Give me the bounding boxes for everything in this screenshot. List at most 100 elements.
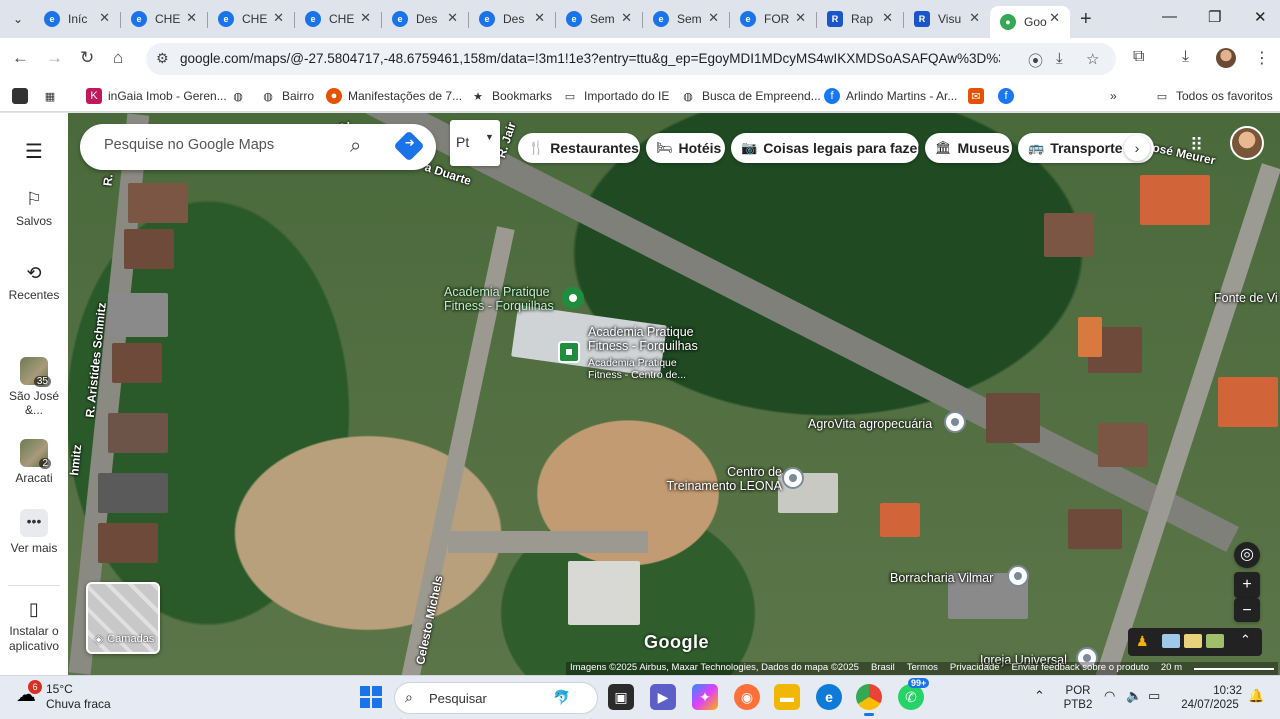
windows-start-icon[interactable] bbox=[360, 686, 382, 708]
close-tab-icon[interactable]: ✕ bbox=[969, 10, 980, 26]
imagery-thumb[interactable] bbox=[1184, 634, 1202, 648]
back-arrow-icon[interactable]: ← bbox=[12, 48, 29, 68]
all-favorites[interactable]: ▭ Todos os favoritos bbox=[1154, 87, 1273, 105]
imagery-thumb[interactable] bbox=[1162, 634, 1180, 648]
bookmark-arlindo[interactable]: f Arlindo Martins - Ar... bbox=[824, 87, 957, 105]
close-tab-icon[interactable]: ✕ bbox=[1049, 10, 1060, 26]
taskbar-search[interactable]: ⌕ Pesquisar 🐬 bbox=[394, 682, 598, 714]
rail-install-app[interactable]: ▯ Instalar o aplicativo bbox=[0, 599, 68, 654]
teams-icon[interactable]: ▶ bbox=[650, 684, 676, 710]
chip-things-to-do[interactable]: 📷 Coisas legais para fazer bbox=[731, 133, 919, 163]
copilot-icon[interactable]: ✦ bbox=[692, 684, 718, 710]
bookmarks-overflow-chevron-icon[interactable]: » bbox=[1110, 87, 1117, 105]
close-tab-icon[interactable]: ✕ bbox=[360, 10, 371, 26]
privacy-link[interactable]: Privacidade bbox=[950, 662, 1000, 675]
firefox-icon[interactable]: ◉ bbox=[734, 684, 760, 710]
rail-recent-aracati[interactable]: 2 Aracati bbox=[0, 439, 68, 485]
poi-label-academia-1[interactable]: Academia Pratique Fitness - Forquilhas bbox=[444, 285, 564, 313]
install-app-icon[interactable]: ⤓ bbox=[1056, 50, 1063, 67]
poi-label-leona[interactable]: Centro de Treinamento LEONA bbox=[658, 465, 782, 493]
bookmark-globe[interactable]: ◍ bbox=[230, 87, 252, 105]
restore-icon[interactable]: ❐ bbox=[1208, 8, 1221, 26]
profile-avatar[interactable] bbox=[1216, 48, 1236, 68]
my-location-icon[interactable]: ◎ bbox=[1234, 542, 1260, 568]
home-icon[interactable]: ⌂ bbox=[113, 48, 123, 68]
maps-search-input[interactable] bbox=[104, 137, 344, 153]
notification-bell-icon[interactable]: 🔔 bbox=[1248, 688, 1264, 704]
tab-10[interactable]: R Rap ✕ bbox=[817, 6, 903, 32]
tab-9[interactable]: e FOR ✕ bbox=[730, 6, 816, 32]
whatsapp-icon[interactable]: ✆ 99+ bbox=[898, 678, 930, 710]
edge-icon[interactable]: e bbox=[816, 684, 842, 710]
menu-kebab-icon[interactable]: ⋮ bbox=[1254, 48, 1270, 68]
close-tab-icon[interactable]: ✕ bbox=[621, 10, 632, 26]
reload-icon[interactable]: ↻ bbox=[80, 48, 94, 68]
tab-8[interactable]: e Sem ✕ bbox=[643, 6, 729, 32]
chip-restaurants[interactable]: 🍴 Restaurantes bbox=[518, 133, 640, 163]
weather-widget[interactable]: ☁ 6 15°C Chuva fraca bbox=[16, 680, 111, 712]
poi-label-academia-2[interactable]: Academia Pratique Fitness - Forquilhas bbox=[588, 325, 728, 353]
bookmark-toggle-icon[interactable] bbox=[12, 87, 34, 105]
bookmark-facebook[interactable]: f bbox=[998, 87, 1020, 105]
terms-link[interactable]: Termos bbox=[907, 662, 938, 675]
tab-4[interactable]: e CHE ✕ bbox=[295, 6, 381, 32]
poi-pin-leona[interactable] bbox=[782, 467, 804, 489]
poi-pin-agrovita[interactable] bbox=[944, 411, 966, 433]
bookmark-ingaia[interactable]: KinGaia Imob - Geren... bbox=[86, 87, 227, 105]
url-text[interactable]: google.com/maps/@-27.5804717,-48.6759461… bbox=[180, 51, 1000, 66]
region-link[interactable]: Brasil bbox=[871, 662, 895, 675]
rail-see-more[interactable]: ••• Ver mais bbox=[0, 509, 68, 555]
imagery-thumb[interactable] bbox=[1206, 634, 1224, 648]
close-tab-icon[interactable]: ✕ bbox=[882, 10, 893, 26]
forward-arrow-icon[interactable]: → bbox=[46, 48, 63, 68]
minimize-icon[interactable]: — bbox=[1162, 8, 1177, 25]
tray-chevron-up-icon[interactable]: ⌃ bbox=[1034, 688, 1045, 704]
battery-icon[interactable]: ▭ bbox=[1148, 688, 1160, 704]
tab-6[interactable]: e Des ✕ bbox=[469, 6, 555, 32]
chips-next-chevron-icon[interactable]: › bbox=[1124, 135, 1150, 161]
maps-search-box[interactable]: ⌕ bbox=[80, 124, 436, 170]
poi-pin-academia-1[interactable] bbox=[562, 287, 584, 309]
bookmark-star-icon[interactable]: ☆ bbox=[1086, 50, 1099, 68]
tab-11[interactable]: R Visu ✕ bbox=[904, 6, 990, 32]
menu-hamburger-icon[interactable]: ☰ bbox=[0, 139, 68, 168]
tab-2[interactable]: e CHE ✕ bbox=[121, 6, 207, 32]
bookmark-busca[interactable]: ◍ Busca de Empreend... bbox=[680, 87, 821, 105]
feedback-link[interactable]: Enviar feedback sobre o produto bbox=[1012, 662, 1149, 675]
clock[interactable]: 10:32 24/07/2025 bbox=[1178, 684, 1242, 712]
close-tab-icon[interactable]: ✕ bbox=[186, 10, 197, 26]
tab-google-maps-active[interactable]: ● Goo ✕ bbox=[990, 6, 1070, 38]
poi-pin-borracharia[interactable] bbox=[1007, 565, 1029, 587]
bookmark-mail[interactable]: ✉ bbox=[968, 87, 990, 105]
chrome-icon[interactable] bbox=[856, 684, 882, 716]
google-account-avatar[interactable] bbox=[1230, 126, 1264, 160]
expand-chevron-icon[interactable]: ⌃ bbox=[1240, 632, 1251, 648]
zoom-out-icon[interactable]: − bbox=[1234, 598, 1260, 622]
downloads-icon[interactable]: ⤓ bbox=[1182, 48, 1189, 66]
poi-label-academia-3[interactable]: Academia Pratique Fitness - Centro de... bbox=[588, 357, 698, 381]
poi-label-agrovita[interactable]: AgroVita agropecuária bbox=[808, 417, 932, 431]
file-explorer-icon[interactable]: ▬ bbox=[774, 684, 800, 710]
directions-icon[interactable] bbox=[393, 130, 425, 162]
tab-3[interactable]: e CHE ✕ bbox=[208, 6, 294, 32]
scale-label[interactable]: 20 m bbox=[1161, 662, 1182, 675]
zoom-in-icon[interactable]: + bbox=[1234, 572, 1260, 598]
tab-1[interactable]: e Iníc ✕ bbox=[34, 6, 120, 32]
close-tab-icon[interactable]: ✕ bbox=[708, 10, 719, 26]
chip-hotels[interactable]: 🛏 Hotéis bbox=[646, 133, 725, 163]
tab-7[interactable]: e Sem ✕ bbox=[556, 6, 642, 32]
close-tab-icon[interactable]: ✕ bbox=[273, 10, 284, 26]
input-language[interactable]: POR PTB2 bbox=[1062, 684, 1094, 712]
apps-grid-icon[interactable]: ▦ bbox=[42, 87, 64, 105]
bookmark-bookmarks[interactable]: ★ Bookmarks bbox=[470, 87, 552, 105]
rail-recents[interactable]: ⟲ Recentes bbox=[0, 263, 68, 302]
close-window-icon[interactable]: ✕ bbox=[1254, 8, 1267, 26]
close-tab-icon[interactable]: ✕ bbox=[99, 10, 110, 26]
close-tab-icon[interactable]: ✕ bbox=[795, 10, 806, 26]
location-pin-icon[interactable]: ⦿ bbox=[1028, 50, 1043, 71]
task-view-icon[interactable]: ▣ bbox=[608, 684, 634, 710]
satellite-map[interactable]: a Duarte R. Jair R. R. R. Aristides Schm… bbox=[68, 113, 1280, 675]
bookmark-manifestacoes[interactable]: ● Manifestações de 7... bbox=[326, 87, 462, 105]
poi-pin-academia-2[interactable] bbox=[558, 341, 580, 363]
chip-museums[interactable]: 🏛 Museus bbox=[925, 133, 1012, 163]
